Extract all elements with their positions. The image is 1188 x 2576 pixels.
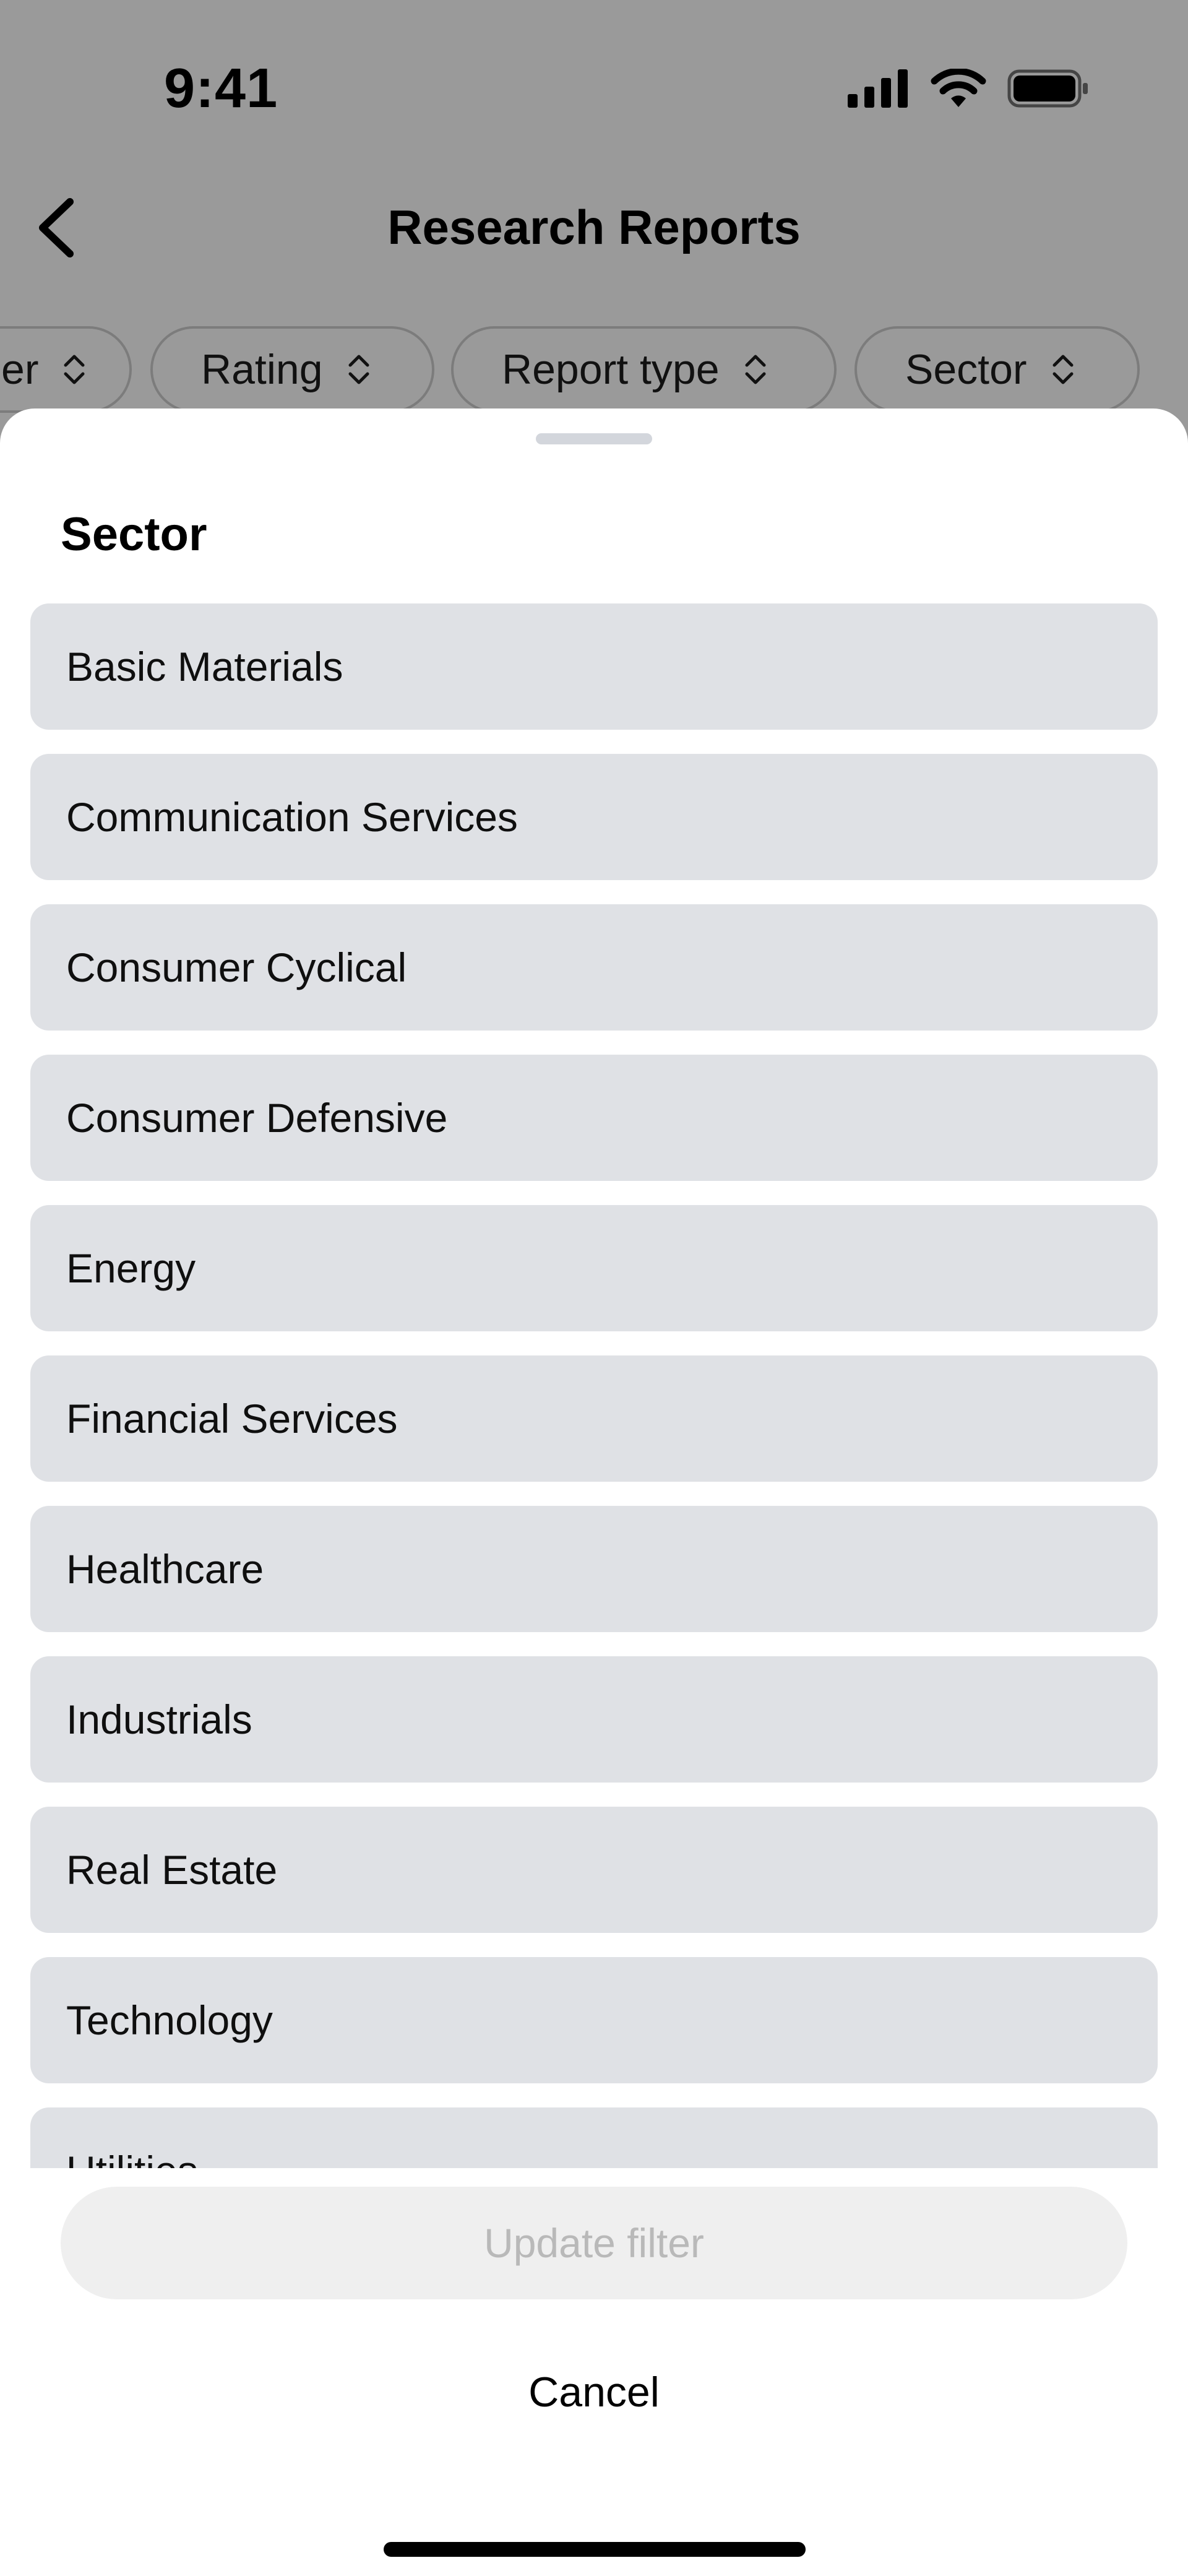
sector-bottom-sheet: Sector Basic Materials Communication Ser…	[0, 408, 1188, 2576]
background-screen: 9:41 Research Reports er Rating Report t…	[0, 0, 1188, 433]
up-down-chevron-icon	[64, 355, 85, 384]
sector-option-technology[interactable]: Technology	[30, 1957, 1158, 2083]
sector-option-healthcare[interactable]: Healthcare	[30, 1506, 1158, 1632]
sector-option-energy[interactable]: Energy	[30, 1205, 1158, 1331]
cancel-button[interactable]: Cancel	[408, 2343, 780, 2442]
wifi-icon	[931, 69, 986, 108]
sector-option-industrials[interactable]: Industrials	[30, 1656, 1158, 1783]
home-indicator	[384, 2542, 806, 2557]
filter-chip-rating[interactable]: Rating	[150, 326, 434, 413]
sector-option-consumer-cyclical[interactable]: Consumer Cyclical	[30, 904, 1158, 1031]
sector-option-consumer-defensive[interactable]: Consumer Defensive	[30, 1055, 1158, 1181]
chip-label: Sector	[905, 346, 1027, 393]
up-down-chevron-icon	[745, 355, 766, 384]
sheet-title: Sector	[61, 508, 207, 561]
sector-option-basic-materials[interactable]: Basic Materials	[30, 603, 1158, 730]
filter-chip-partial[interactable]: er	[0, 326, 132, 413]
filter-chip-report-type[interactable]: Report type	[451, 326, 837, 413]
cellular-signal-icon	[848, 69, 910, 108]
update-filter-button[interactable]: Update filter	[61, 2187, 1127, 2299]
filter-chip-sector[interactable]: Sector	[854, 326, 1140, 413]
status-icons	[848, 67, 1089, 110]
sector-option-utilities[interactable]: Utilities	[30, 2107, 1158, 2168]
chip-label: Report type	[502, 346, 720, 393]
sector-options-list[interactable]: Basic Materials Communication Services C…	[30, 603, 1158, 2168]
status-time: 9:41	[164, 58, 278, 119]
battery-icon	[1007, 69, 1089, 108]
sheet-grabber-handle[interactable]	[536, 433, 652, 444]
up-down-chevron-icon	[1052, 355, 1074, 384]
up-down-chevron-icon	[348, 355, 369, 384]
sector-option-communication-services[interactable]: Communication Services	[30, 754, 1158, 880]
sector-option-real-estate[interactable]: Real Estate	[30, 1807, 1158, 1933]
chip-label: er	[1, 346, 39, 393]
page-title: Research Reports	[387, 200, 801, 254]
chip-label: Rating	[201, 346, 323, 393]
sector-option-financial-services[interactable]: Financial Services	[30, 1355, 1158, 1482]
